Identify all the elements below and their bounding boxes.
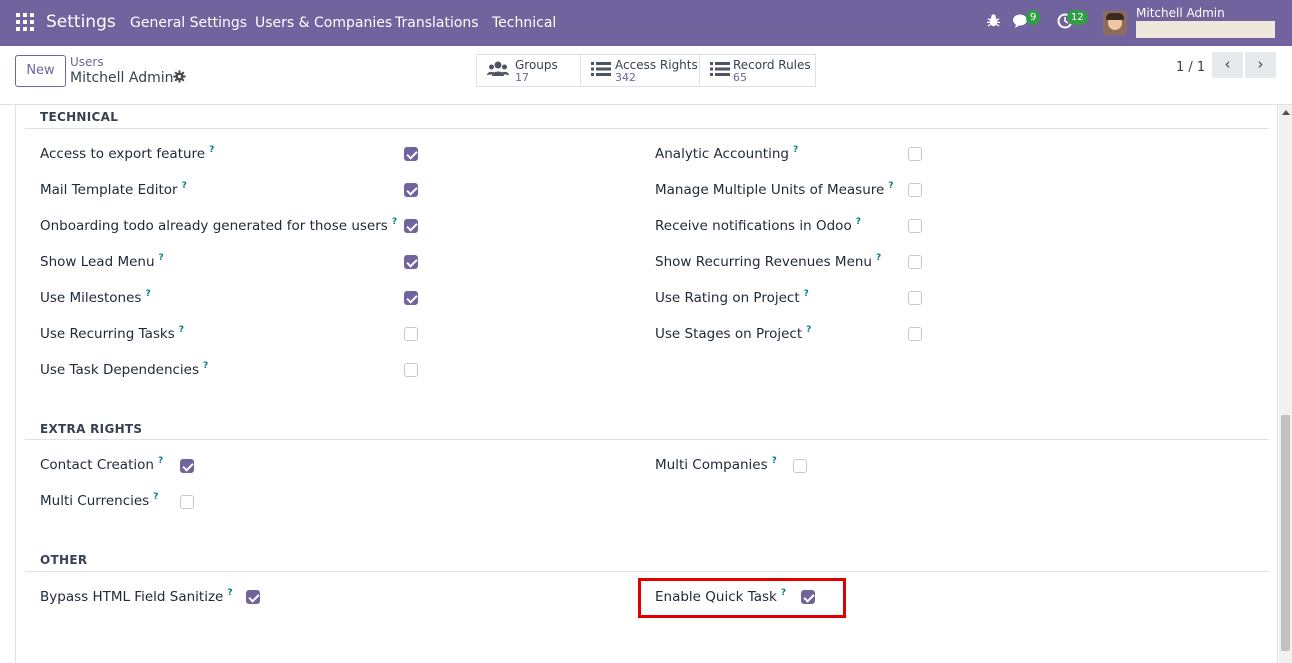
smart-buttons: Groups 17 Access Rights 342 Record Rules… [476,54,816,87]
field-label-rating-project: Use Rating on Project? [655,289,809,306]
groups-count: 17 [515,71,529,84]
menu-general-settings[interactable]: General Settings [130,15,247,31]
checkbox-contact-creation[interactable] [180,459,194,473]
field-label-notifications: Receive notifications in Odoo? [655,217,861,234]
list-icon [591,60,611,83]
chevron-right-icon: › [1257,55,1264,73]
menu-users-companies[interactable]: Users & Companies [255,15,392,31]
user-name[interactable]: Mitchell Admin [1136,6,1225,20]
menu-translations[interactable]: Translations [395,15,479,31]
section-divider [25,128,1269,129]
control-panel: New Users Mitchell Admin Groups 17 Acces… [0,46,1292,105]
user-company-field [1136,21,1275,38]
checkbox-lead-menu[interactable] [404,255,418,269]
checkbox-analytic-accounting[interactable] [908,147,922,161]
scroll-up-arrow-icon[interactable] [1282,110,1290,115]
list-icon [710,60,730,83]
gear-icon[interactable] [173,70,186,87]
checkbox-stages-project[interactable] [908,327,922,341]
field-label-units-of-measure: Manage Multiple Units of Measure? [655,181,894,198]
pager-previous-button[interactable]: ‹ [1212,52,1243,78]
new-button[interactable]: New [15,55,66,87]
field-label-stages-project: Use Stages on Project? [655,325,812,342]
record-rules-label: Record Rules [733,58,811,72]
field-label-multi-currencies: Multi Currencies? [40,492,159,509]
pager-next-button[interactable]: › [1245,52,1276,78]
access-rights-smart-button[interactable]: Access Rights 342 [581,55,700,86]
field-label-lead-menu: Show Lead Menu? [40,253,164,270]
checkbox-multi-companies[interactable] [793,459,807,473]
users-icon [487,60,509,83]
user-avatar[interactable] [1103,11,1127,35]
section-divider [25,571,1269,572]
field-label-multi-companies: Multi Companies? [655,456,777,473]
checkbox-rating-project[interactable] [908,291,922,305]
access-rights-label: Access Rights [615,58,698,72]
section-title-other: OTHER [40,553,88,567]
field-label-milestones: Use Milestones? [40,289,151,306]
groups-smart-button[interactable]: Groups 17 [477,55,581,86]
field-label-analytic-accounting: Analytic Accounting? [655,145,799,162]
checkbox-task-dependencies[interactable] [404,363,418,377]
section-title-technical: TECHNICAL [40,110,119,124]
field-label-bypass-html: Bypass HTML Field Sanitize? [40,588,233,605]
field-label-task-dependencies: Use Task Dependencies? [40,361,209,378]
highlight-enable-quick-task [638,578,846,618]
checkbox-notifications[interactable] [908,219,922,233]
pager-value[interactable]: 1 / 1 [1176,60,1205,75]
checkbox-bypass-html[interactable] [246,590,260,604]
section-title-extra-rights: EXTRA RIGHTS [40,422,143,436]
menu-technical[interactable]: Technical [492,15,556,31]
debug-bug-icon[interactable] [986,13,1001,32]
record-rules-count: 65 [733,71,747,84]
checkbox-recurring-tasks[interactable] [404,327,418,341]
activities-badge: 12 [1067,10,1088,25]
vertical-scrollbar[interactable] [1279,105,1292,663]
field-label-export: Access to export feature? [40,145,215,162]
field-label-recurring-tasks: Use Recurring Tasks? [40,325,185,342]
field-label-onboarding: Onboarding todo already generated for th… [40,217,398,234]
apps-grid-icon[interactable] [16,13,34,31]
messages-badge: 9 [1026,10,1041,25]
field-label-mail-template: Mail Template Editor? [40,181,187,198]
top-navbar: Settings General Settings Users & Compan… [0,0,1292,46]
checkbox-multi-currencies[interactable] [180,495,194,509]
access-rights-count: 342 [615,71,636,84]
checkbox-export[interactable] [404,147,418,161]
checkbox-milestones[interactable] [404,291,418,305]
breadcrumb-users-link[interactable]: Users [70,55,104,69]
scrollbar-thumb[interactable] [1281,415,1290,651]
breadcrumb-current: Mitchell Admin [70,70,174,86]
checkbox-onboarding[interactable] [404,219,418,233]
chevron-left-icon: ‹ [1224,55,1231,73]
record-rules-smart-button[interactable]: Record Rules 65 [700,55,815,86]
app-brand[interactable]: Settings [46,12,116,32]
checkbox-mail-template[interactable] [404,183,418,197]
field-label-contact-creation: Contact Creation? [40,456,164,473]
field-label-recurring-revenues: Show Recurring Revenues Menu? [655,253,882,270]
user-form-content: TECHNICAL Access to export feature? Mail… [15,105,1278,663]
checkbox-recurring-revenues[interactable] [908,255,922,269]
checkbox-units-of-measure[interactable] [908,183,922,197]
section-divider [25,439,1269,440]
groups-label: Groups [515,58,558,72]
